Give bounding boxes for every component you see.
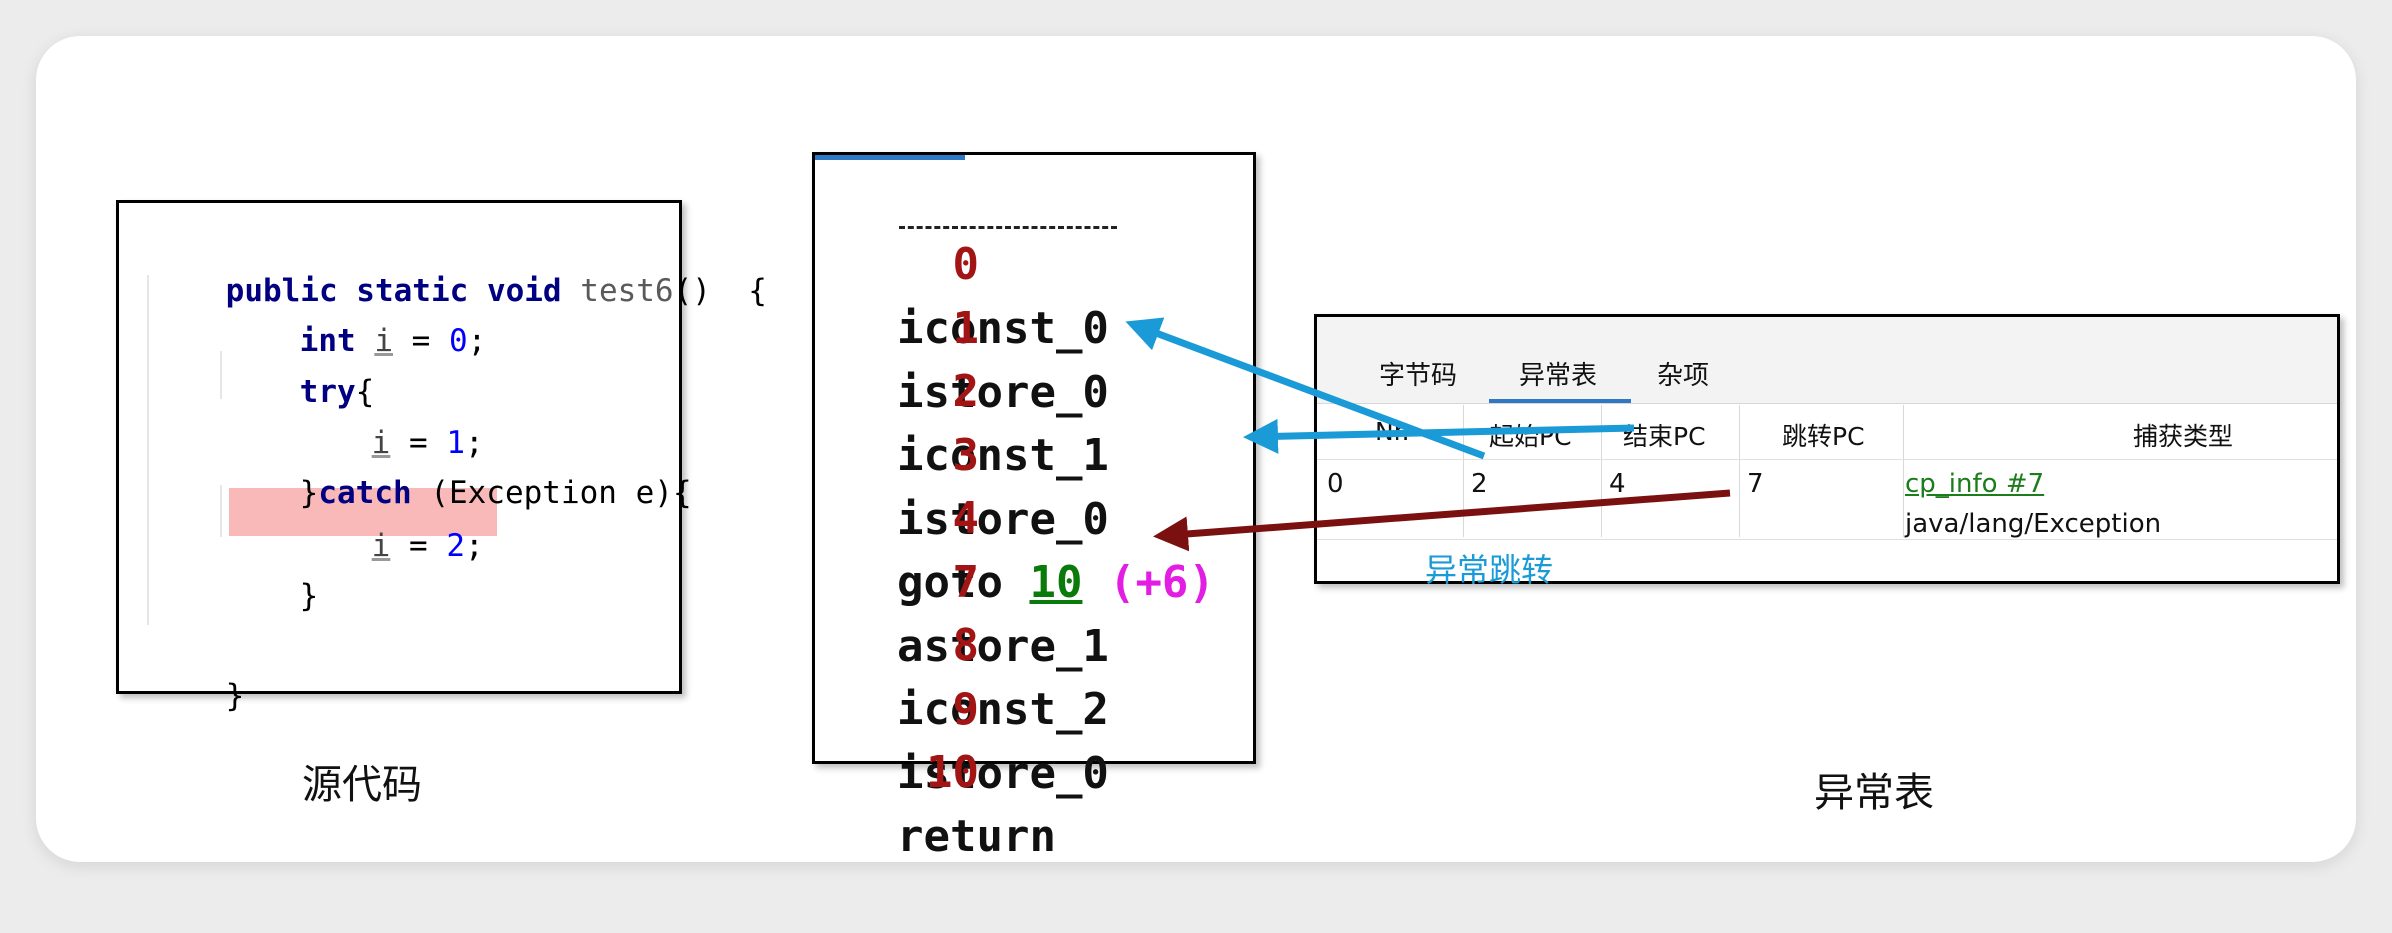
arrows-layer — [1125, 317, 1731, 552]
arrow-end-pc — [1243, 418, 1635, 454]
arrow-handler-pc — [1153, 489, 1731, 552]
